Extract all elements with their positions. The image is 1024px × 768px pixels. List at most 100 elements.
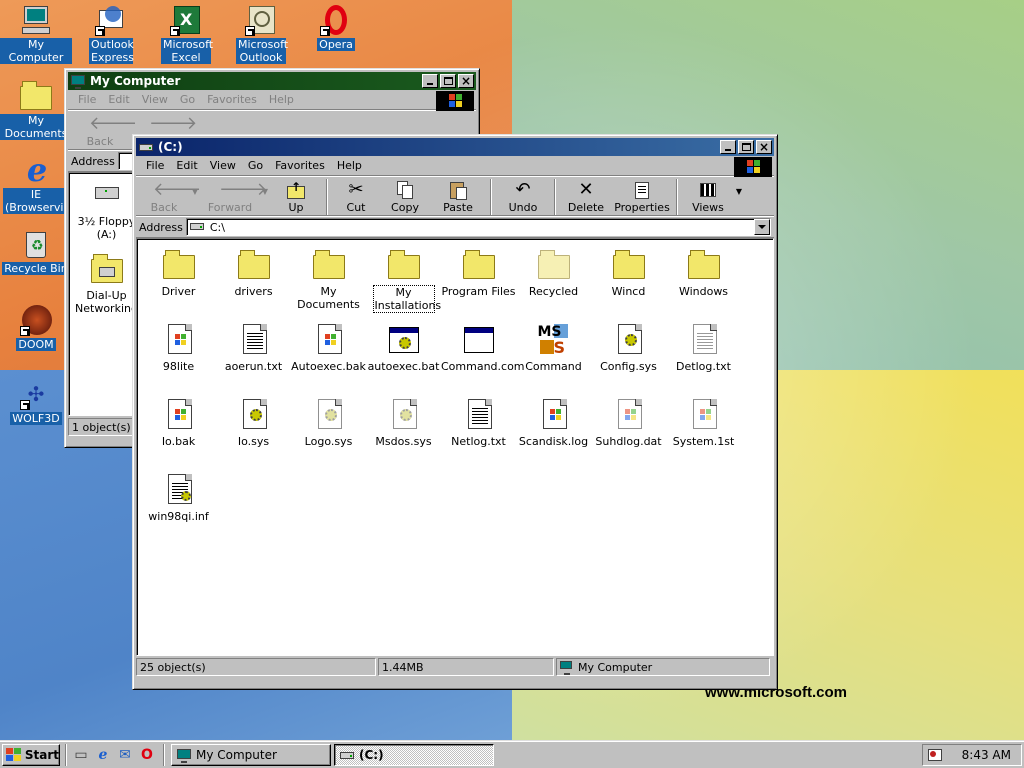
desktop-icon-label: Microsoft Outlook: [236, 38, 289, 64]
desktop-icon-doom[interactable]: DOOM: [0, 304, 72, 351]
window-titlebar[interactable]: My Computer ×: [68, 72, 476, 90]
file-label: aoerun.txt: [224, 360, 283, 373]
delete-button[interactable]: ✕ Delete: [560, 179, 612, 215]
file-item[interactable]: 98lite: [141, 324, 216, 373]
file-item[interactable]: drivers: [216, 249, 291, 298]
menu-edit[interactable]: Edit: [102, 93, 135, 106]
desktop-icon-microsoft-outlook[interactable]: Microsoft Outlook: [225, 4, 297, 64]
internet-explorer-icon[interactable]: e: [94, 746, 112, 764]
copy-button[interactable]: Copy: [380, 179, 430, 214]
toolbar-separator: [490, 179, 492, 215]
desktop-icon-label: WOLF3D: [10, 412, 62, 425]
desktop-icon-outlook-express[interactable]: Outlook Express: [75, 4, 147, 64]
windows-file-icon: [163, 399, 195, 431]
scheduler-icon[interactable]: [927, 747, 943, 763]
outlook-express-icon[interactable]: ✉: [116, 746, 134, 764]
menu-view[interactable]: View: [136, 93, 174, 106]
drive-c-window[interactable]: (C:) × File Edit View Go Favorites Help …: [132, 134, 778, 690]
file-item[interactable]: Autoexec.bak: [291, 324, 366, 373]
desktop-icon-my-documents[interactable]: My Documents: [0, 80, 72, 140]
menu-bar: File Edit View Go Favorites Help: [68, 90, 476, 111]
file-item[interactable]: Config.sys: [591, 324, 666, 373]
file-item[interactable]: Driver: [141, 249, 216, 298]
file-item[interactable]: Recycled: [516, 249, 591, 298]
desktop-icon-recycle-bin[interactable]: ♻ Recycle Bin: [0, 228, 72, 275]
task-my-computer[interactable]: My Computer: [171, 743, 331, 766]
desktop-icon-label: Opera: [317, 38, 355, 51]
maximize-button[interactable]: [738, 140, 754, 154]
file-item[interactable]: System.1st: [666, 399, 741, 448]
menu-help[interactable]: Help: [263, 93, 300, 106]
desktop-icon-opera[interactable]: Opera: [300, 4, 372, 51]
properties-icon: [631, 180, 653, 200]
file-item[interactable]: My Documents: [291, 249, 366, 311]
close-button[interactable]: ×: [756, 140, 772, 154]
close-icon: ×: [758, 140, 770, 154]
task-drive-c[interactable]: (C:): [334, 743, 494, 766]
file-item[interactable]: Io.sys: [216, 399, 291, 448]
close-button[interactable]: ×: [458, 74, 474, 88]
menu-file[interactable]: File: [72, 93, 102, 106]
opera-icon[interactable]: O: [138, 746, 156, 764]
toolbar-separator: [554, 179, 556, 215]
file-item[interactable]: My Installations: [366, 249, 441, 313]
back-button[interactable]: 🡐 Back: [70, 113, 138, 149]
maximize-button[interactable]: [440, 74, 456, 88]
status-size: 1.44MB: [378, 658, 554, 676]
forward-button[interactable]: 🡒 Forward: [200, 179, 267, 215]
menu-view[interactable]: View: [204, 159, 242, 172]
window-titlebar[interactable]: (C:) ×: [136, 138, 774, 156]
file-item[interactable]: Io.bak: [141, 399, 216, 448]
menu-help[interactable]: Help: [331, 159, 368, 172]
start-button[interactable]: Start: [2, 743, 60, 766]
menu-go[interactable]: Go: [242, 159, 269, 172]
views-button[interactable]: Views: [682, 179, 734, 214]
menu-go[interactable]: Go: [174, 93, 201, 106]
address-input[interactable]: C:\: [185, 218, 771, 236]
address-dropdown-button[interactable]: [754, 219, 770, 235]
menu-favorites[interactable]: Favorites: [201, 93, 263, 106]
properties-label: Properties: [614, 201, 670, 214]
file-item[interactable]: Wincd: [591, 249, 666, 298]
folder-icon: [312, 249, 345, 281]
file-item[interactable]: Msdos.sys: [366, 399, 441, 448]
file-item[interactable]: Command.com: [441, 324, 525, 373]
forward-button[interactable]: 🡒: [130, 113, 197, 135]
desktop-icon-wolf3d[interactable]: ✣ WOLF3D: [0, 378, 72, 425]
cut-label: Cut: [346, 201, 366, 214]
file-item[interactable]: MS S Command: [516, 324, 591, 373]
minimize-button[interactable]: [422, 74, 438, 88]
up-button[interactable]: ↑ Up: [270, 179, 322, 214]
menu-edit[interactable]: Edit: [170, 159, 203, 172]
desktop-icon-my-computer[interactable]: My Computer: [0, 4, 72, 64]
file-item[interactable]: Logo.sys: [291, 399, 366, 448]
file-item[interactable]: Program Files: [441, 249, 516, 298]
properties-button[interactable]: Properties: [612, 179, 672, 214]
file-item[interactable]: Windows: [666, 249, 741, 298]
file-item[interactable]: Scandisk.log: [516, 399, 591, 448]
file-item[interactable]: Detlog.txt: [666, 324, 741, 373]
minimize-button[interactable]: [720, 140, 736, 154]
file-view[interactable]: Driver drivers My Documents My Installation…: [136, 238, 774, 656]
file-item[interactable]: Netlog.txt: [441, 399, 516, 448]
undo-button[interactable]: ↶ Undo: [496, 179, 550, 215]
menu-file[interactable]: File: [140, 159, 170, 172]
clock[interactable]: 8:43 AM: [962, 748, 1017, 762]
views-dropdown-icon[interactable]: ▼: [734, 179, 744, 196]
cut-button[interactable]: ✂ Cut: [332, 179, 380, 215]
paste-button[interactable]: Paste: [430, 179, 486, 214]
back-button[interactable]: 🡐 Back: [138, 179, 202, 215]
menu-favorites[interactable]: Favorites: [269, 159, 331, 172]
show-desktop-icon[interactable]: ▭: [72, 746, 90, 764]
msdos-icon: MS S: [538, 324, 570, 357]
file-item[interactable]: win98qi.inf: [141, 474, 216, 523]
file-item[interactable]: Suhdlog.dat: [591, 399, 666, 448]
file-label: Windows: [678, 285, 729, 298]
desktop-icon-microsoft-excel[interactable]: X Microsoft Excel: [150, 4, 222, 64]
folder-icon: [612, 249, 645, 281]
file-item[interactable]: autoexec.bat: [366, 324, 441, 373]
desktop-icon-ie[interactable]: e IE (Browservice): [0, 154, 81, 214]
file-label: Wincd: [611, 285, 646, 298]
file-item[interactable]: aoerun.txt: [216, 324, 291, 373]
address-value: C:\: [209, 220, 225, 234]
